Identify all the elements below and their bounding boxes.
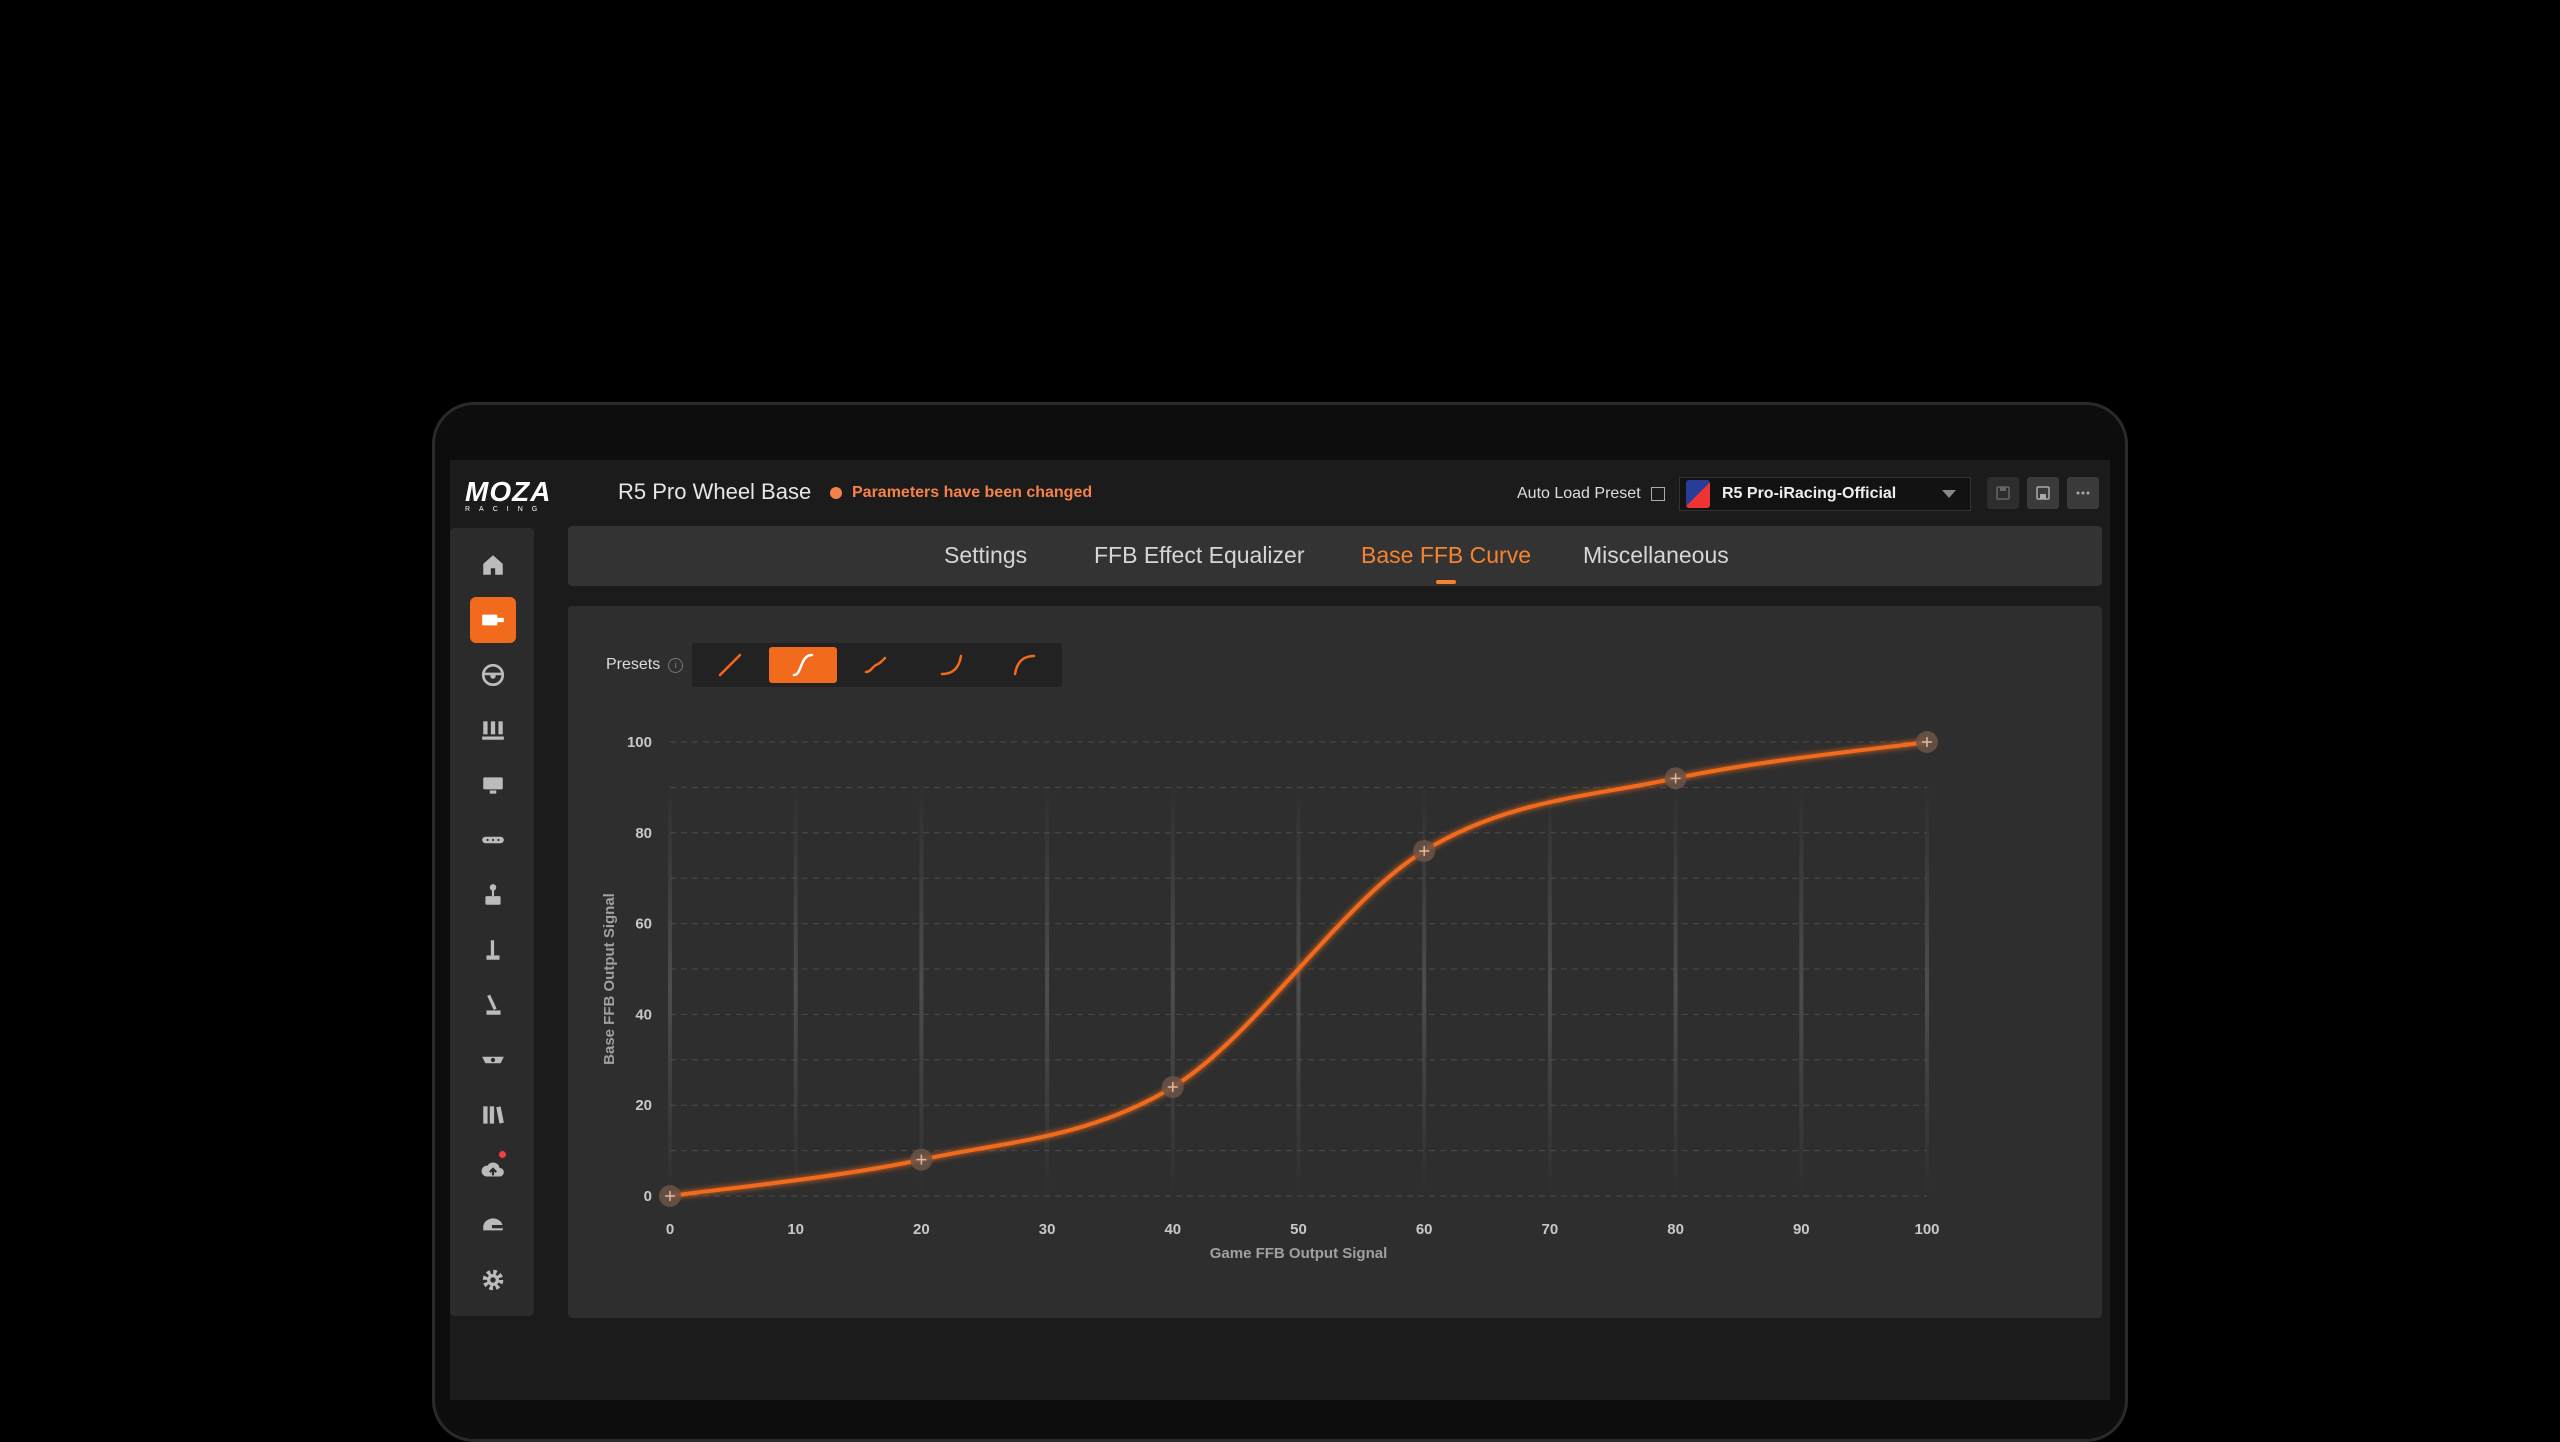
steering-wheel-icon [481, 663, 505, 687]
grid-line-vertical [1170, 782, 1175, 1196]
status-dot-icon [830, 487, 842, 499]
sidebar-item-settings[interactable] [470, 1257, 516, 1303]
grid-line-vertical [1925, 782, 1929, 1196]
settings-gear-icon [482, 1269, 504, 1291]
sidebar-item-handbrake[interactable] [470, 872, 516, 918]
helmet-icon [483, 1218, 503, 1231]
x-tick-label: 30 [1039, 1221, 1056, 1238]
x-tick-label: 50 [1290, 1221, 1307, 1238]
grid-line-vertical [1547, 782, 1552, 1196]
tab-base-ffb-curve[interactable]: Base FFB Curve [1361, 542, 1531, 584]
grid-line-vertical [1296, 782, 1301, 1196]
y-tick-label: 0 [644, 1188, 652, 1205]
cloud-upload-icon [481, 1162, 504, 1177]
y-tick-label: 20 [635, 1097, 652, 1114]
x-tick-label: 90 [1793, 1221, 1810, 1238]
status-message: Parameters have been changed [830, 484, 1092, 502]
sidebar-item-helmet[interactable] [470, 1202, 516, 1248]
x-tick-label: 20 [913, 1221, 930, 1238]
grid-line-vertical [1799, 782, 1804, 1196]
x-tick-label: 70 [1542, 1221, 1559, 1238]
y-tick-label: 40 [635, 1006, 652, 1023]
sidebar-item-hub[interactable] [470, 1037, 516, 1083]
preset-name: R5 Pro-iRacing-Official [1722, 485, 1897, 502]
sidebar-item-home[interactable] [470, 542, 516, 588]
notification-badge [499, 1151, 506, 1158]
more-icon [2076, 491, 2090, 495]
dashboard-icon [483, 777, 503, 794]
grid-line-vertical [668, 782, 672, 1196]
status-text: Parameters have been changed [852, 484, 1093, 501]
sidebar-item-library[interactable] [470, 1092, 516, 1138]
curve-control-point[interactable] [1664, 767, 1687, 790]
curve-control-point[interactable] [1161, 1076, 1184, 1099]
save-preset-button[interactable] [1987, 477, 2019, 509]
x-tick-label: 0 [666, 1221, 674, 1238]
home-icon [483, 555, 503, 575]
y-tick-label: 80 [635, 825, 652, 842]
wheelbase-icon [482, 614, 504, 626]
sidebar-item-dashboard[interactable] [470, 762, 516, 808]
library-icon [483, 1106, 504, 1124]
x-tick-label: 80 [1667, 1221, 1684, 1238]
sidebar-item-wheelbase[interactable] [470, 597, 516, 643]
save-icon [1996, 486, 2010, 500]
button-box-icon [482, 836, 504, 844]
auto-load-checkbox[interactable] [1650, 487, 1665, 501]
app-window: MOZA RACING R5 Pro Wheel Base Parameters… [450, 460, 2110, 1400]
sidebar-item-shifter[interactable] [470, 927, 516, 973]
shifter-icon [486, 940, 500, 960]
handbrake-icon [485, 884, 501, 905]
x-tick-label: 10 [787, 1221, 804, 1238]
sidebar-item-sequential-shifter[interactable] [470, 982, 516, 1028]
top-bar: MOZA RACING R5 Pro Wheel Base Parameters… [450, 460, 2110, 528]
logo-sub-text: RACING [465, 506, 547, 513]
pedals-icon [482, 721, 504, 740]
hub-icon [482, 1056, 504, 1064]
sidebar-item-pedals[interactable] [470, 707, 516, 753]
logo-main-text: MOZA [465, 476, 552, 507]
preset-dropdown[interactable]: R5 Pro-iRacing-Official [1679, 477, 1971, 511]
save-as-button[interactable] [2027, 477, 2059, 509]
sidebar-item-cloud[interactable] [470, 1147, 516, 1193]
ffb-curve-panel: Presets i 0 10 20 30 40 50 60 70 80 90 1… [568, 606, 2102, 1318]
device-title: R5 Pro Wheel Base [618, 479, 812, 504]
y-axis-label: Base FFB Output Signal [601, 893, 618, 1065]
x-tick-label: 40 [1164, 1221, 1181, 1238]
x-tick-label: 100 [1914, 1221, 1939, 1238]
preset-avatar-icon [1686, 480, 1710, 508]
y-tick-label: 100 [627, 734, 652, 751]
tab-settings[interactable]: Settings [944, 542, 1027, 569]
x-axis-label: Game FFB Output Signal [1210, 1245, 1388, 1262]
tab-base-ffb-curve-label: Base FFB Curve [1361, 542, 1531, 568]
auto-load-preset: Auto Load Preset [1517, 485, 1665, 503]
grid-line-vertical [793, 782, 798, 1196]
moza-logo: MOZA RACING [465, 476, 593, 514]
tab-miscellaneous[interactable]: Miscellaneous [1583, 542, 1729, 569]
ffb-curve-chart[interactable]: 0 10 20 30 40 50 60 70 80 90 100 0 20 40 60 80 100 Game … [568, 606, 2102, 1318]
sidebar-item-steering-wheel[interactable] [470, 652, 516, 698]
curve-control-point[interactable] [659, 1185, 681, 1207]
x-tick-label: 60 [1416, 1221, 1433, 1238]
tab-bar: Settings FFB Effect Equalizer Base FFB C… [568, 526, 2102, 586]
active-tab-indicator [1436, 580, 1456, 584]
sequential-shifter-icon [486, 994, 501, 1015]
more-options-button[interactable] [2067, 477, 2099, 509]
curve-control-point[interactable] [1413, 839, 1436, 862]
chevron-down-icon [1942, 490, 1956, 498]
grid-line-vertical [919, 782, 924, 1196]
y-tick-label: 60 [635, 916, 652, 933]
auto-load-label: Auto Load Preset [1517, 485, 1641, 502]
sidebar-item-button-box[interactable] [470, 817, 516, 863]
floppy-icon [2036, 486, 2050, 500]
tab-ffb-effect-equalizer[interactable]: FFB Effect Equalizer [1094, 542, 1305, 569]
curve-control-point[interactable] [1916, 731, 1938, 753]
sidebar [450, 528, 534, 1316]
curve-control-point[interactable] [910, 1148, 933, 1171]
grid-line-vertical [1673, 782, 1678, 1196]
